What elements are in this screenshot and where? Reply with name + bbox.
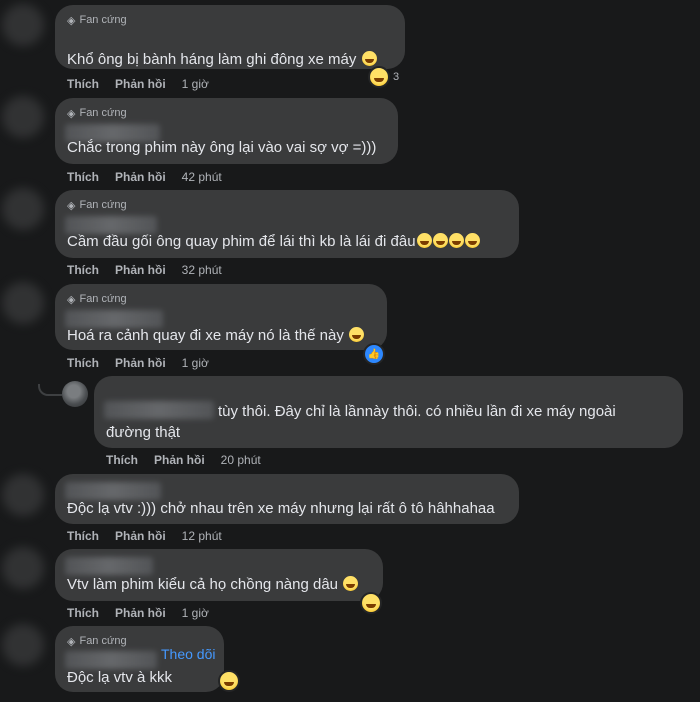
reaction-summary[interactable]: 3 [368, 66, 399, 88]
comment-bubble: ◈ Fan cứng Khổ ông bị bành háng làm ghi đ… [55, 5, 405, 69]
follow-link[interactable]: Theo dõi [161, 646, 215, 662]
avatar[interactable] [2, 624, 44, 666]
diamond-icon: ◈ [67, 107, 76, 120]
avatar[interactable] [2, 188, 44, 230]
fan-badge: ◈ Fan cứng [67, 635, 127, 648]
laughing-emoji-icon [432, 233, 448, 248]
comment-text: Vtv làm phim kiểu cả họ chồng nàng dâu [67, 576, 339, 593]
reaction-summary[interactable] [360, 592, 382, 614]
reply-button[interactable]: Phản hồi [154, 453, 205, 467]
commenter-name[interactable] [104, 401, 214, 419]
fan-badge: ◈ Fan cứng [67, 293, 127, 306]
reaction-summary[interactable]: 👍 [363, 343, 385, 365]
comment-actions: Thích Phản hồi 42 phút [67, 170, 222, 184]
diamond-icon: ◈ [67, 14, 76, 27]
reply-thread-line [38, 384, 62, 396]
fan-badge: ◈ Fan cứng [67, 199, 127, 212]
comment-bubble: ◈ Fan cứng Chắc trong phim này ông lại và… [55, 98, 398, 164]
like-button[interactable]: Thích [67, 170, 99, 184]
diamond-icon: ◈ [67, 293, 76, 306]
comment-text: Cầm đầu gối ông quay phim để lái thì kb … [67, 233, 416, 250]
laughing-emoji-icon [416, 233, 432, 248]
fan-badge: ◈ Fan cứng [67, 107, 127, 120]
reply-text-line2: đường thật [106, 424, 181, 441]
reaction-count: 3 [393, 71, 400, 83]
comment-text: Chắc trong phim này ông lại vào vai sợ v… [67, 139, 377, 156]
timestamp[interactable]: 20 phút [221, 453, 261, 467]
comment-bubble: ◈ Fan cứng Theo dõi Độc lạ vtv à kkk [55, 626, 224, 692]
avatar[interactable] [2, 282, 44, 324]
comment-bubble: ◈ Fan cứng Hoá ra cảnh quay đi xe máy nó … [55, 284, 387, 350]
avatar[interactable] [2, 474, 44, 516]
diamond-icon: ◈ [67, 635, 76, 648]
comment-actions: Thích Phản hồi 1 giờ [67, 356, 209, 370]
avatar[interactable] [2, 4, 44, 46]
reaction-summary[interactable] [218, 670, 240, 692]
reply-button[interactable]: Phản hồi [115, 170, 166, 184]
fan-badge: ◈ Fan cứng [67, 14, 127, 27]
comment-actions: Thích Phản hồi 32 phút [67, 263, 222, 277]
comment-text: Hoá ra cảnh quay đi xe máy nó là thế này [67, 327, 344, 344]
commenter-name[interactable] [65, 557, 153, 575]
timestamp[interactable]: 32 phút [182, 263, 222, 277]
reply-button[interactable]: Phản hồi [115, 263, 166, 277]
like-icon: 👍 [363, 343, 385, 365]
comment-text: Độc lạ vtv :))) chở nhau trên xe máy như… [67, 500, 495, 517]
like-button[interactable]: Thích [67, 77, 99, 91]
comment-actions: Thích Phản hồi 20 phút [106, 453, 261, 467]
like-button[interactable]: Thích [67, 263, 99, 277]
laughing-emoji-icon [361, 51, 377, 66]
comment-actions: Thích Phản hồi 1 giờ [67, 77, 209, 91]
reply-bubble: tùy thôi. Đây chỉ là lầnnày thôi. có nhi… [94, 376, 683, 448]
timestamp[interactable]: 1 giờ [182, 356, 209, 370]
timestamp[interactable]: 12 phút [182, 529, 222, 543]
laughing-emoji-icon [360, 592, 382, 614]
laughing-emoji-icon [448, 233, 464, 248]
avatar[interactable] [62, 381, 88, 407]
reply-text-line1: tùy thôi. Đây chỉ là lầnnày thôi. có nhi… [218, 403, 616, 420]
timestamp[interactable]: 1 giờ [182, 606, 209, 620]
like-button[interactable]: Thích [106, 453, 138, 467]
comment-text: Độc lạ vtv à kkk [67, 669, 173, 686]
diamond-icon: ◈ [67, 199, 76, 212]
laughing-emoji-icon [218, 670, 240, 692]
timestamp[interactable]: 1 giờ [182, 77, 209, 91]
comment-bubble: Độc lạ vtv :))) chở nhau trên xe máy như… [55, 474, 519, 524]
reply-button[interactable]: Phản hồi [115, 606, 166, 620]
avatar[interactable] [2, 547, 44, 589]
comment-text: Khổ ông bị bành háng làm ghi đông xe máy [67, 51, 357, 68]
laughing-emoji-icon [343, 576, 359, 591]
reply-button[interactable]: Phản hồi [115, 77, 166, 91]
timestamp[interactable]: 42 phút [182, 170, 222, 184]
reply-button[interactable]: Phản hồi [115, 529, 166, 543]
laughing-emoji-icon [368, 66, 390, 88]
reply-button[interactable]: Phản hồi [115, 356, 166, 370]
comment-actions: Thích Phản hồi 12 phút [67, 529, 222, 543]
laughing-emoji-icon [349, 327, 365, 342]
like-button[interactable]: Thích [67, 606, 99, 620]
like-button[interactable]: Thích [67, 529, 99, 543]
comment-bubble: ◈ Fan cứng Cầm đầu gối ông quay phim để l… [55, 190, 519, 258]
comment-bubble: Vtv làm phim kiểu cả họ chồng nàng dâu [55, 549, 383, 601]
comment-actions: Thích Phản hồi 1 giờ [67, 606, 209, 620]
laughing-emoji-icon [464, 233, 480, 248]
avatar[interactable] [2, 96, 44, 138]
like-button[interactable]: Thích [67, 356, 99, 370]
